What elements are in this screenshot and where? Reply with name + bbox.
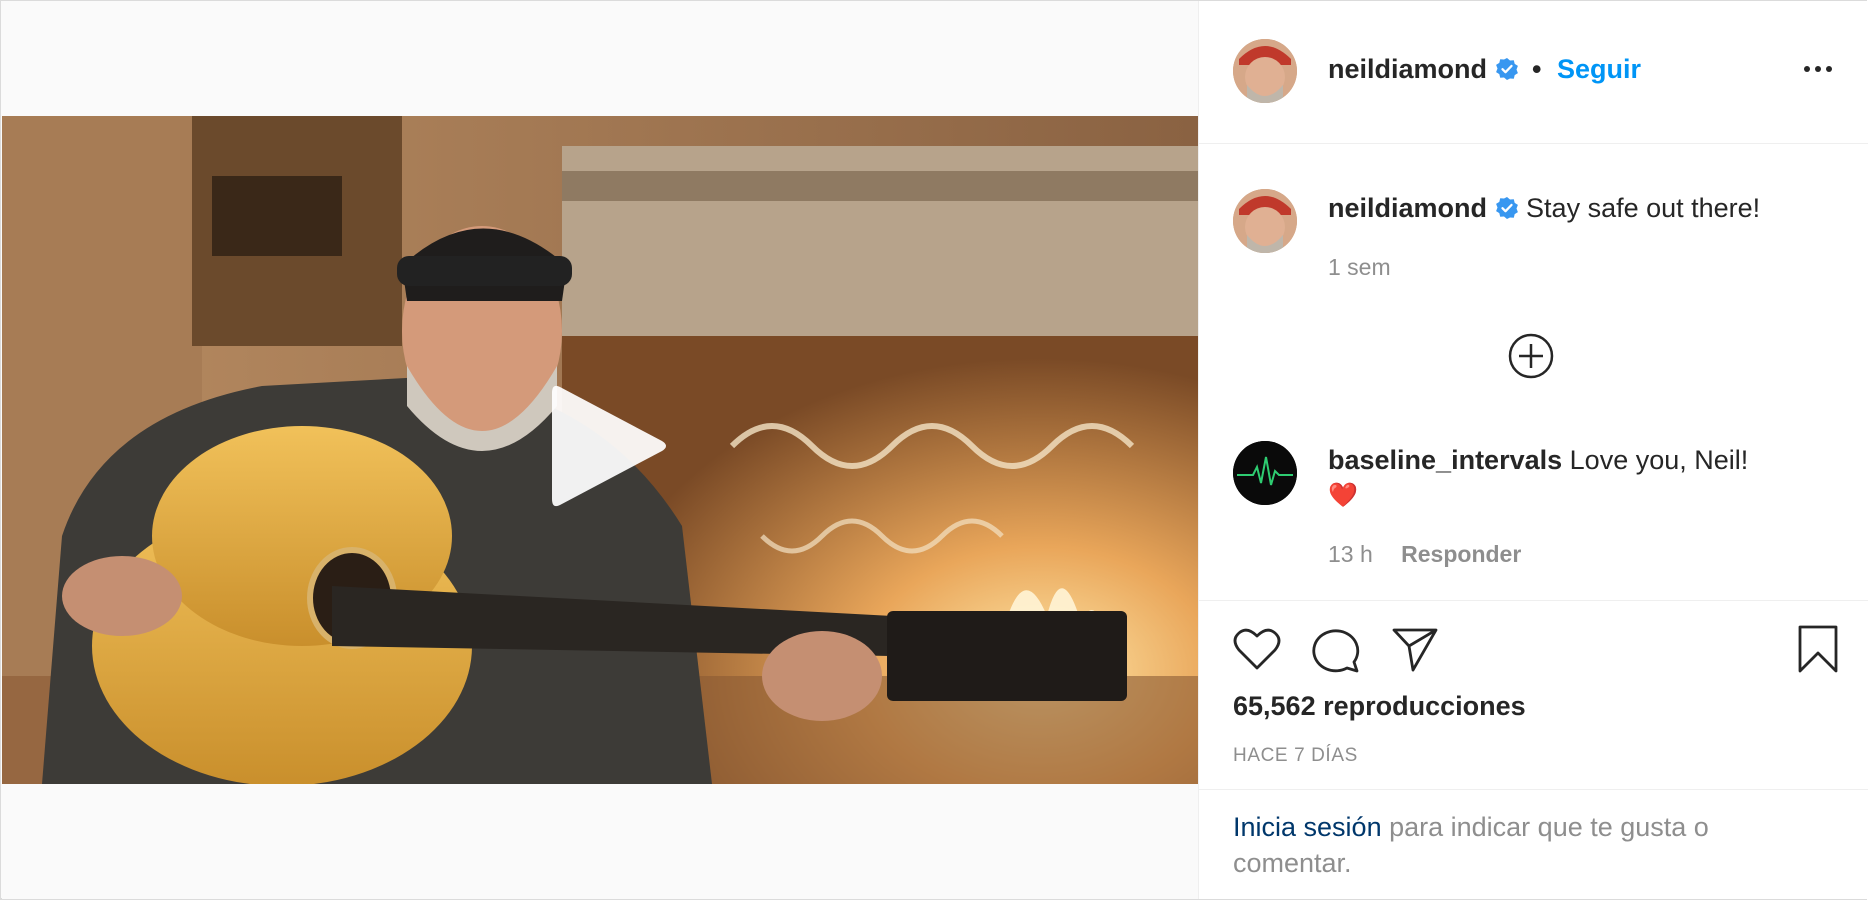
follow-button[interactable]: Seguir: [1557, 54, 1641, 84]
heart-icon[interactable]: [1233, 626, 1281, 672]
login-link[interactable]: Inicia sesión: [1233, 812, 1382, 842]
avatar-image: [1233, 441, 1297, 505]
video-player[interactable]: [2, 116, 1198, 784]
avatar-image: [1233, 39, 1297, 103]
verified-badge-icon: [1495, 58, 1518, 80]
bookmark-icon[interactable]: [1797, 624, 1839, 674]
comment-meta: 13 h Responder: [1328, 541, 1521, 568]
more-options-icon[interactable]: [1804, 59, 1838, 72]
avatar-image: [1233, 189, 1297, 253]
comment-item: baseline_intervals Love you, Neil! ❤️: [1328, 443, 1848, 513]
plus-circle-icon[interactable]: [1508, 333, 1554, 379]
post-age[interactable]: HACE 7 DÍAS: [1233, 745, 1358, 767]
comment-text: Love you, Neil!: [1569, 445, 1749, 475]
caption-avatar[interactable]: [1233, 189, 1297, 253]
header-username[interactable]: neildiamond: [1328, 54, 1487, 84]
media-area: [2, 1, 1198, 899]
verified-badge-icon: [1495, 197, 1518, 219]
comment-icon[interactable]: [1311, 626, 1361, 674]
login-prompt: Inicia sesión para indicar que te gusta …: [1233, 809, 1833, 881]
heart-emoji: ❤️: [1328, 482, 1358, 509]
post-caption: neildiamond Stay safe out there!: [1328, 191, 1848, 225]
post-frame: neildiamond • Seguir neildiamond Stay sa…: [0, 0, 1868, 900]
caption-username[interactable]: neildiamond: [1328, 193, 1487, 223]
comment-username[interactable]: baseline_intervals: [1328, 445, 1562, 475]
post-header: neildiamond • Seguir: [1199, 1, 1868, 144]
caption-text: Stay safe out there!: [1526, 193, 1761, 223]
comment-avatar[interactable]: [1233, 441, 1297, 505]
view-count[interactable]: 65,562 reproducciones: [1233, 691, 1526, 722]
avatar[interactable]: [1233, 39, 1297, 103]
share-icon[interactable]: [1391, 626, 1439, 672]
actions-section: 65,562 reproducciones HACE 7 DÍAS: [1199, 600, 1868, 790]
play-icon[interactable]: [546, 381, 670, 511]
reply-button[interactable]: Responder: [1401, 541, 1521, 567]
separator-dot: •: [1532, 54, 1542, 84]
post-side-panel: neildiamond • Seguir neildiamond Stay sa…: [1198, 1, 1868, 899]
caption-time[interactable]: 1 sem: [1328, 254, 1391, 281]
comment-time[interactable]: 13 h: [1328, 541, 1373, 567]
